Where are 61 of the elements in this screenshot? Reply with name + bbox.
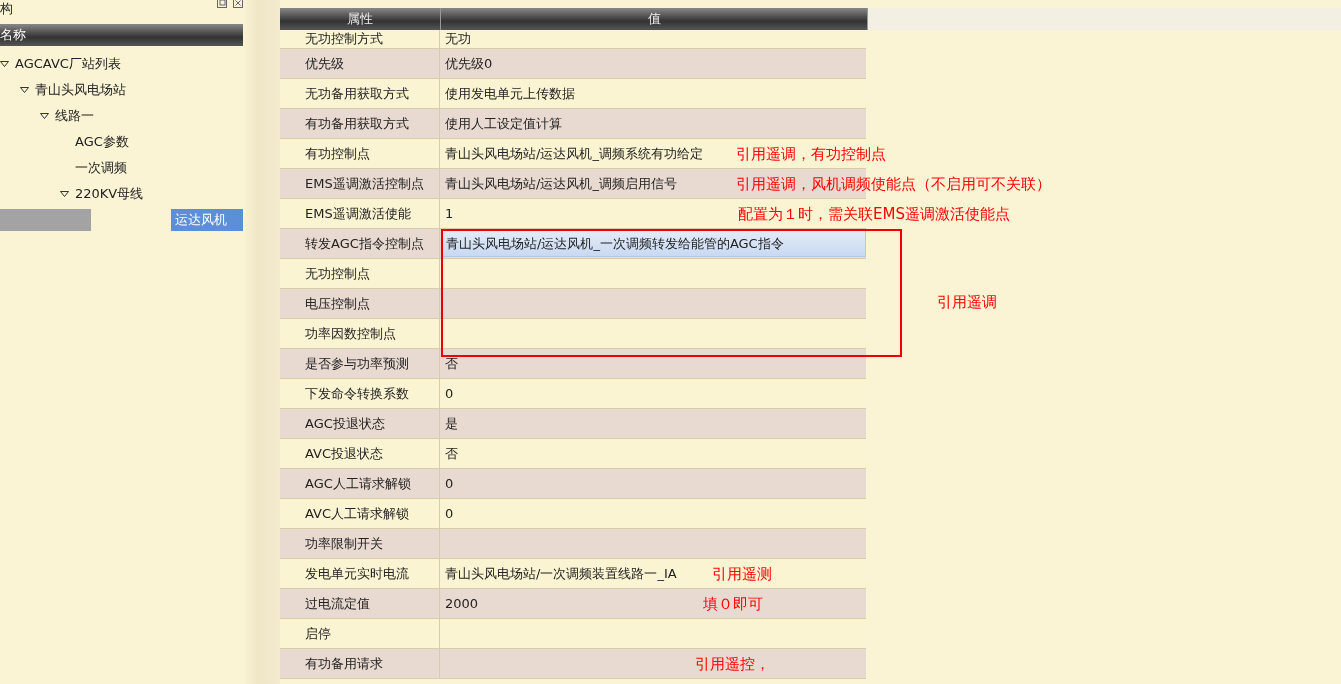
tree-item[interactable]: AGCAVC厂站列表: [15, 53, 121, 75]
table-cell-text: 是: [444, 414, 458, 433]
tree-item[interactable]: 220KV母线: [75, 183, 144, 205]
table-cell: 发电单元实时电流: [280, 559, 440, 588]
table-cell-text: 青山头风电场站/一次调频装置线路一_IA: [444, 564, 677, 583]
table-cell-text: 无功: [444, 32, 471, 46]
column-header[interactable]: 值: [441, 8, 868, 30]
table-cell-text: 青山头风电场站/运达风机_调频系统有功给定: [444, 144, 703, 163]
table-cell: 启停: [280, 619, 440, 648]
tree-item[interactable]: 青山头风电场站: [35, 79, 126, 101]
table-cell: 无功控制方式: [280, 30, 440, 48]
table-cell: 功率限制开关: [280, 529, 440, 558]
table-cell: AGC投退状态: [280, 409, 440, 438]
table-cell: 有功控制点: [280, 139, 440, 168]
table-cell: 无功控制点: [280, 259, 440, 288]
table-cell-text: 使用发电单元上传数据: [444, 84, 575, 103]
table-cell-text: 优先级0: [444, 54, 493, 73]
table-cell: 过电流定值: [280, 589, 440, 618]
table-cell: 有功备用请求: [280, 649, 440, 678]
table-cell: 青山头风电场站/运达风机_一次调频转发给能管的AGC指令: [442, 230, 866, 257]
tree-item[interactable]: AGC参数: [75, 131, 129, 153]
table-cell-text: 使用人工设定值计算: [444, 114, 562, 133]
table-cell: 转发AGC指令控制点: [280, 229, 440, 258]
column-header[interactable]: 属性: [280, 8, 441, 30]
annotation-note: 引用遥控，: [695, 654, 770, 673]
panel-title: 构: [0, 0, 13, 18]
table-cell: AGC人工请求解锁: [280, 469, 440, 498]
annotation-note: 引用遥测: [712, 564, 772, 583]
table-cell: AVC人工请求解锁: [280, 499, 440, 528]
annotation-note: 引用遥调，风机调频使能点（不启用可不关联）: [736, 174, 1051, 193]
table-cell: 电压控制点: [280, 289, 440, 318]
table-cell-text: 2000: [444, 595, 479, 613]
table-cell-text: 0: [444, 475, 454, 493]
restore-icon[interactable]: [217, 0, 227, 8]
tree-item[interactable]: 线路一: [55, 105, 94, 127]
table-cell: 功率因数控制点: [280, 319, 440, 348]
table-cell: 是否参与功率预测: [280, 349, 440, 378]
table-cell: EMS遥调激活控制点: [280, 169, 440, 198]
table-cell: AVC投退状态: [280, 439, 440, 468]
table-cell-text: 否: [444, 354, 458, 373]
table-cell-text: 0: [444, 385, 454, 403]
tree-item[interactable]: 一次调频: [75, 157, 127, 179]
table-cell-text: 否: [444, 444, 458, 463]
collapse-triangle-icon[interactable]: [40, 113, 49, 119]
table-cell-text: 0: [444, 505, 454, 523]
table-cell: 有功备用获取方式: [280, 109, 440, 138]
table-cell: 下发命令转换系数: [280, 379, 440, 408]
annotation-note: 配置为１时，需关联EMS遥调激活使能点: [738, 204, 1010, 223]
close-icon[interactable]: [233, 0, 243, 8]
annotation-note: 填０即可: [703, 594, 763, 613]
annotation-note: 引用遥调: [937, 293, 997, 312]
collapse-triangle-icon[interactable]: [60, 191, 69, 197]
column-header[interactable]: 名称: [0, 24, 243, 46]
collapse-triangle-icon[interactable]: [0, 61, 9, 67]
table-cell-text: 1: [444, 205, 454, 223]
table-cell-text: 青山头风电场站/运达风机_调频启用信号: [444, 174, 677, 193]
table-cell: 无功备用获取方式: [280, 79, 440, 108]
collapse-triangle-icon[interactable]: [20, 87, 29, 93]
table-cell: 优先级: [280, 49, 440, 78]
annotation-note: 引用遥调，有功控制点: [736, 144, 886, 163]
table-cell: EMS遥调激活使能: [280, 199, 440, 228]
